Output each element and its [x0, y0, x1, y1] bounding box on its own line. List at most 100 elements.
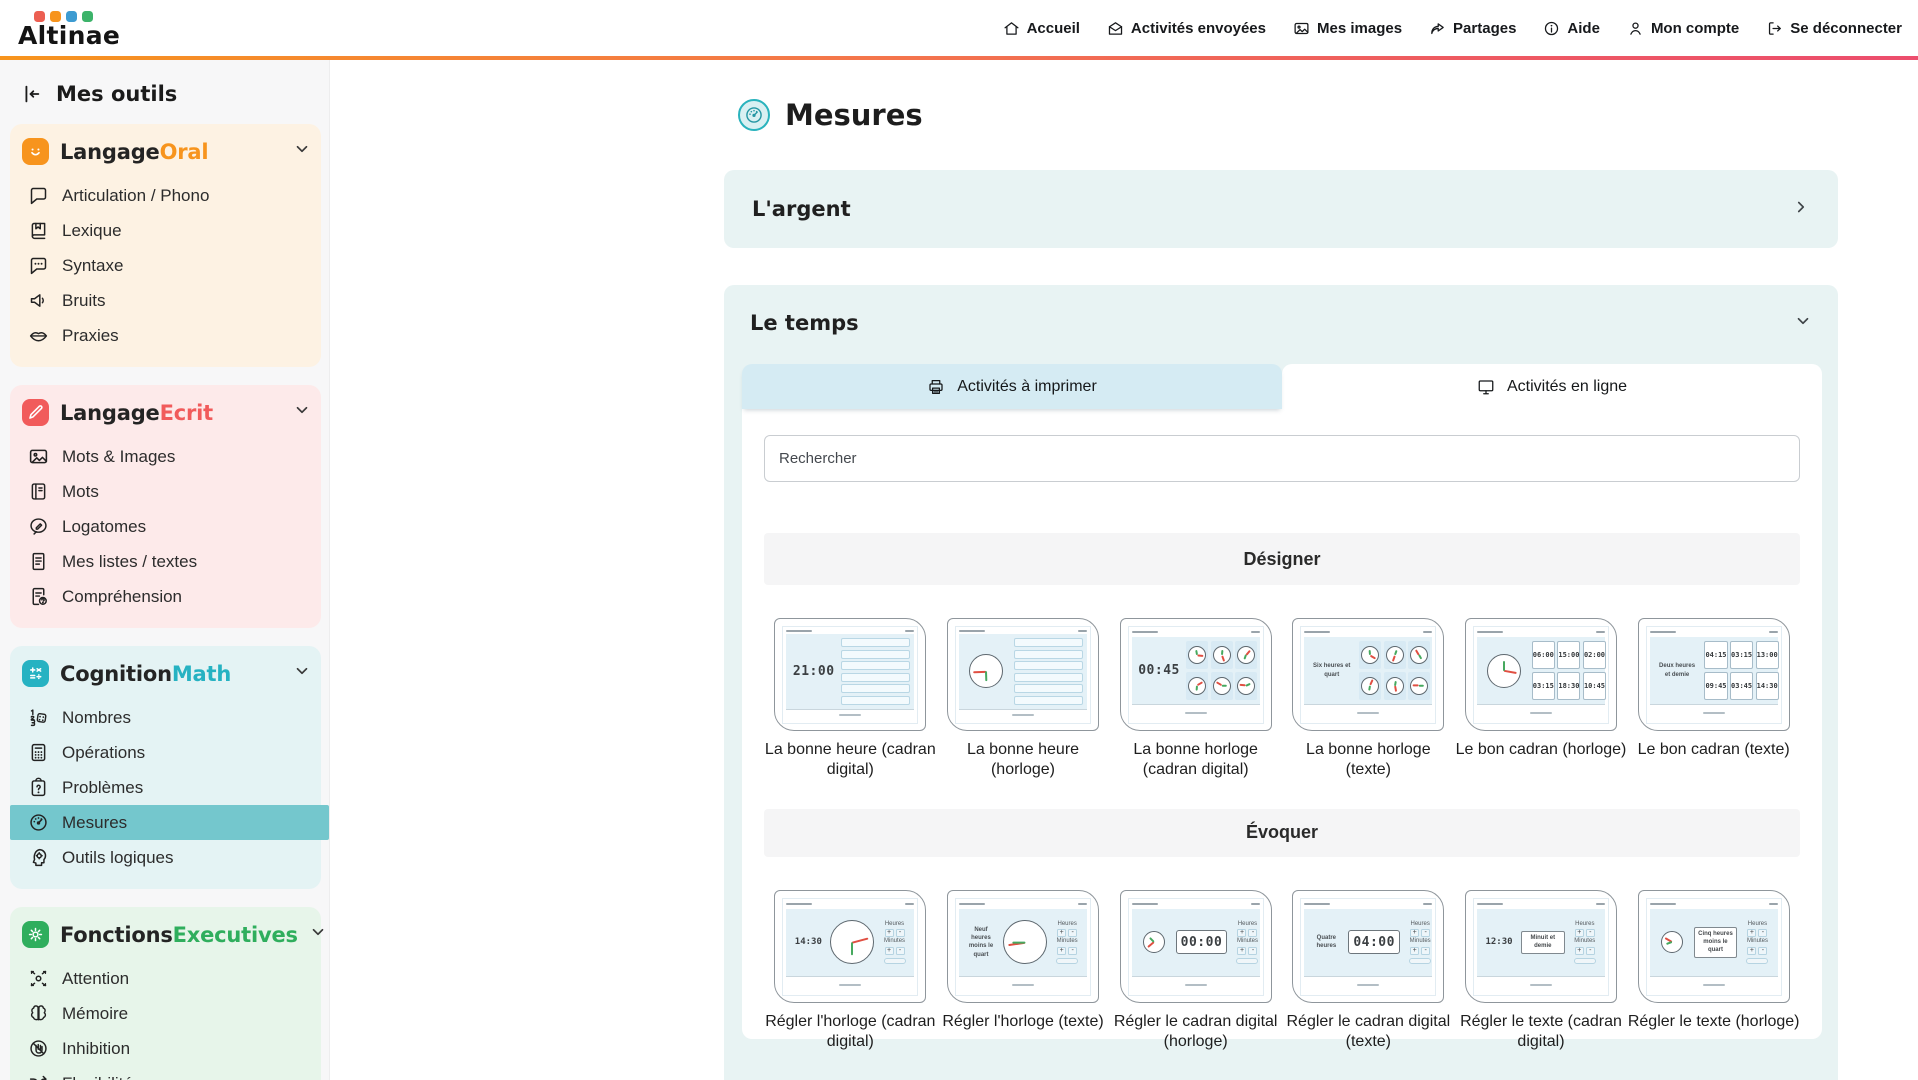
sidebar-item-memoire[interactable]: Mémoire: [22, 996, 311, 1031]
section-langage-ecrit: LangageEcrit Mots & Images Mots Logatome…: [10, 385, 321, 628]
activity-card-la-bonne-horloge-texte[interactable]: Six heures et quart: [1282, 618, 1455, 781]
section-fonctions-executives: FonctionsExecutives Attention Mémoire In…: [10, 907, 321, 1080]
gauge-circle-icon: [738, 99, 770, 131]
sidebar-item-bruits[interactable]: Bruits: [22, 283, 311, 318]
activity-tabs: Activités à imprimer Activités en ligne: [742, 364, 1822, 409]
sidebar-item-operations[interactable]: Opérations: [22, 735, 311, 770]
clock-icon: [1143, 931, 1165, 953]
clock-icon: [1386, 677, 1404, 695]
sidebar-item-mes-listes-textes[interactable]: Mes listes / textes: [22, 544, 311, 579]
chat-icon: [28, 185, 49, 206]
clipboard-question-icon: [28, 777, 49, 798]
activity-thumbnail: Quatre heures 04:00 Heures +- Minutes +-: [1292, 890, 1444, 1003]
activity-card-regler-horloge-cadran-digital[interactable]: 14:30 Heures +- Minutes +-: [764, 890, 937, 1053]
sidebar-item-logatomes[interactable]: Logatomes: [22, 509, 311, 544]
account-icon: [1627, 20, 1644, 37]
chevron-down-icon: [293, 662, 311, 685]
monitor-icon: [1477, 378, 1495, 396]
group-band-evoquer: Évoquer: [764, 809, 1800, 857]
validate-button: [884, 958, 906, 964]
section-fonctions-executives-header[interactable]: FonctionsExecutives: [22, 921, 311, 948]
activity-card-la-bonne-heure-cadran-digital[interactable]: 21:00 La bonne heure (cadran digital): [764, 618, 937, 781]
document-icon: [28, 551, 49, 572]
sidebar-item-mots[interactable]: Mots: [22, 474, 311, 509]
activity-card-le-bon-cadran-texte[interactable]: Deux heures et demie 04:15 03:15 13:00 0…: [1627, 618, 1800, 781]
app-logo[interactable]: Altinae: [18, 9, 120, 48]
sidebar-item-mots-images[interactable]: Mots & Images: [22, 439, 311, 474]
validate-button: [1409, 958, 1431, 964]
activity-thumbnail: 00:00 Heures +- Minutes +-: [1120, 890, 1272, 1003]
activity-thumbnail: Neuf heures moins le quart Heures +- Min…: [947, 890, 1099, 1003]
tab-activites-a-imprimer[interactable]: Activités à imprimer: [742, 364, 1282, 409]
accordion-argent[interactable]: L'argent: [724, 170, 1838, 248]
validate-button: [1574, 958, 1596, 964]
nav-se-deconnecter[interactable]: Se déconnecter: [1766, 20, 1902, 37]
clock-icon: [1386, 646, 1404, 664]
tab-activites-en-ligne[interactable]: Activités en ligne: [1282, 364, 1822, 409]
section-langage-ecrit-header[interactable]: LangageEcrit: [22, 399, 311, 426]
help-icon: [1543, 20, 1560, 37]
nav-activites-envoyees[interactable]: Activités envoyées: [1107, 20, 1266, 37]
nav-mes-images[interactable]: Mes images: [1293, 20, 1402, 37]
activity-card-regler-texte-horloge[interactable]: Cinq heures moins le quart Heures +- Min…: [1627, 890, 1800, 1053]
bubble-pencil-icon: [28, 516, 49, 537]
clock-icon: [1410, 677, 1428, 695]
nav-partages[interactable]: Partages: [1429, 20, 1516, 37]
accordion-temps-header[interactable]: Le temps: [742, 311, 1822, 335]
focus-arrows-icon: [28, 968, 49, 989]
smiley-icon: [22, 138, 49, 165]
images-icon: [1293, 20, 1310, 37]
book-icon: [28, 481, 49, 502]
validate-button: [1056, 958, 1078, 964]
sidebar-item-flexibilite[interactable]: Flexibilité: [22, 1066, 311, 1080]
sidebar-item-comprehension[interactable]: Compréhension: [22, 579, 311, 614]
activity-card-le-bon-cadran-horloge[interactable]: 06:00 15:00 02:00 03:15 18:30 10:45: [1455, 618, 1628, 781]
section-cognition-math-header[interactable]: CognitionMath: [22, 660, 311, 687]
activity-card-regler-cadran-digital-horloge[interactable]: 00:00 Heures +- Minutes +-: [1109, 890, 1282, 1053]
sidebar-item-problemes[interactable]: Problèmes: [22, 770, 311, 805]
sidebar-item-lexique[interactable]: Lexique: [22, 213, 311, 248]
clock-icon: [1661, 931, 1683, 953]
sidebar-item-praxies[interactable]: Praxies: [22, 318, 311, 353]
sidebar-item-mesures[interactable]: Mesures: [10, 805, 329, 840]
hand-stop-icon: [28, 1038, 49, 1059]
top-header: Altinae Accueil Activités envoyées Mes i…: [0, 0, 1918, 56]
clock-icon: [969, 654, 1003, 688]
section-cognition-math: CognitionMath Nombres Opérations Problèm…: [10, 646, 321, 889]
page-title: Mesures: [738, 98, 1838, 132]
sidebar-item-articulation-phono[interactable]: Articulation / Phono: [22, 178, 311, 213]
activity-thumbnail: [947, 618, 1099, 731]
activity-thumbnail: Six heures et quart: [1292, 618, 1444, 731]
sidebar-item-syntaxe[interactable]: Syntaxe: [22, 248, 311, 283]
validate-button: [1236, 958, 1258, 964]
home-icon: [1003, 20, 1020, 37]
image-icon: [28, 446, 49, 467]
nav-mon-compte[interactable]: Mon compte: [1627, 20, 1739, 37]
clock-icon: [1237, 677, 1255, 695]
activity-card-regler-horloge-texte[interactable]: Neuf heures moins le quart Heures +- Min…: [937, 890, 1110, 1053]
clock-icon: [830, 920, 874, 964]
activity-thumbnail: 00:45: [1120, 618, 1272, 731]
clock-icon: [1213, 646, 1231, 664]
gear-icon: [22, 921, 49, 948]
sidebar-item-outils-logiques[interactable]: Outils logiques: [22, 840, 311, 875]
activity-card-regler-cadran-digital-texte[interactable]: Quatre heures 04:00 Heures +- Minutes +-: [1282, 890, 1455, 1053]
collapse-sidebar-icon[interactable]: [20, 83, 42, 105]
activity-card-la-bonne-heure-horloge[interactable]: La bonne heure (horloge): [937, 618, 1110, 781]
activity-card-la-bonne-horloge-cadran-digital[interactable]: 00:45: [1109, 618, 1282, 781]
sidebar-item-inhibition[interactable]: Inhibition: [22, 1031, 311, 1066]
activity-card-regler-texte-cadran-digital[interactable]: 12:30 Minuit et demie Heures +- Minutes …: [1455, 890, 1628, 1053]
sidebar-item-nombres[interactable]: Nombres: [22, 700, 311, 735]
chevron-down-icon: [293, 401, 311, 424]
share-icon: [1429, 20, 1446, 37]
chevron-down-icon: [1794, 312, 1812, 335]
sidebar-item-attention[interactable]: Attention: [22, 961, 311, 996]
search-input[interactable]: [764, 435, 1800, 482]
nav-aide[interactable]: Aide: [1543, 20, 1600, 37]
chevron-down-icon: [293, 140, 311, 163]
clock-icon: [1410, 646, 1428, 664]
chevron-right-icon: [1792, 198, 1810, 221]
nav-accueil[interactable]: Accueil: [1003, 20, 1080, 37]
calculator-icon: [28, 742, 49, 763]
section-langage-oral-header[interactable]: LangageOral: [22, 138, 311, 165]
